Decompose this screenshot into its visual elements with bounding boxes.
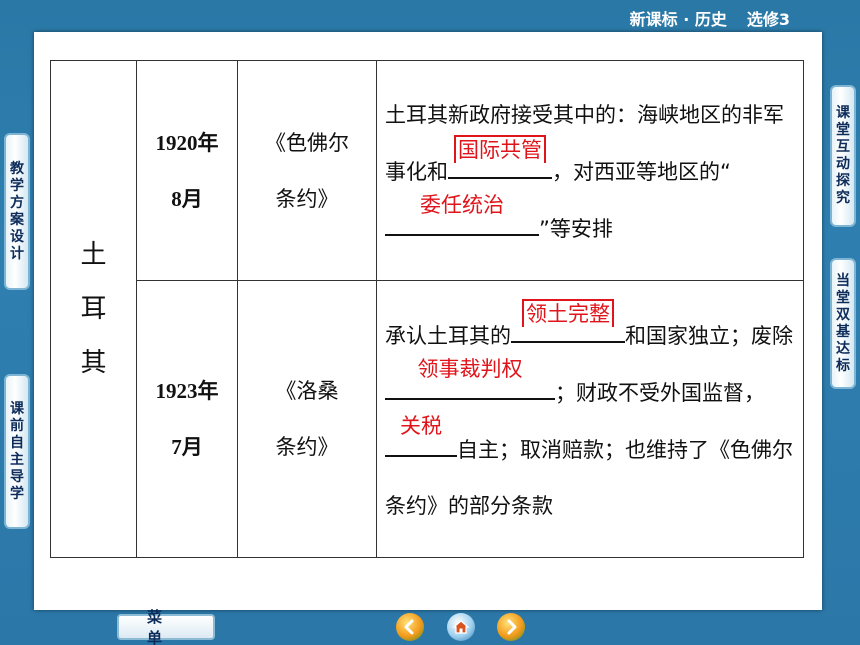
tab-char: 堂 <box>836 289 850 306</box>
answer-blank[interactable]: 国际共管 <box>448 134 552 179</box>
date-year: 1923年 <box>155 379 219 403</box>
tab-teaching-plan[interactable]: 教 学 方 案 设 计 <box>4 133 30 290</box>
answer-blank[interactable]: 领土完整 <box>511 298 625 343</box>
answer-text: 领事裁判权 <box>417 356 523 381</box>
tab-preview-study[interactable]: 课 前 自 主 导 学 <box>4 374 30 529</box>
tab-char: 主 <box>10 451 24 468</box>
header-title: 新课标 · 历史 选修3 <box>630 6 790 30</box>
treaty-cell: 《洛桑 条约》 <box>237 280 377 558</box>
country-char: 土 <box>80 240 107 270</box>
header-subject: 新课标 · 历史 <box>629 10 727 29</box>
content-text: ，对西亚等地区的“ <box>552 159 731 184</box>
tab-char: 动 <box>836 156 850 172</box>
table-row: 土 耳 其 1920年 8月 《色佛尔 条约》 土耳其新政府接受其中的：海峡地区… <box>50 60 804 558</box>
tab-char: 自 <box>10 434 24 451</box>
treaty-name: 《色佛尔 <box>265 130 349 155</box>
answer-text: 国际共管 <box>454 134 546 163</box>
tab-char: 设 <box>10 228 24 245</box>
answer-blank[interactable]: 委任统治 <box>385 193 539 236</box>
tab-char: 达 <box>836 340 850 357</box>
table-row: 1923年 7月 《洛桑 条约》 承认土耳其的 领土完整 和国家独立；废除领事裁判权… <box>51 280 804 558</box>
tab-char: 案 <box>10 211 24 228</box>
tab-char: 课 <box>10 400 24 417</box>
back-arrow-icon[interactable] <box>396 613 424 641</box>
tab-char: 前 <box>10 417 24 434</box>
tab-char: 互 <box>836 139 850 155</box>
tab-char: 学 <box>10 177 24 194</box>
treaty-name: 条约》 <box>275 435 339 459</box>
tab-char: 双 <box>836 306 850 323</box>
answer-text: 关税 <box>400 413 442 438</box>
date-cell: 1923年 7月 <box>136 280 238 558</box>
answer-text: 委任统治 <box>420 192 504 217</box>
country-cell: 土 耳 其 <box>50 60 137 558</box>
content-cell: 承认土耳其的 领土完整 和国家独立；废除 领事裁判权 ；财政不受外国监督， 关税 自主；取消… <box>376 280 804 558</box>
tab-class-interaction[interactable]: 课 堂 互 动 探 究 <box>830 85 856 227</box>
tab-char: 导 <box>10 468 24 485</box>
date-month: 8月 <box>171 186 203 211</box>
content-text: 承认土耳其的 <box>385 323 511 348</box>
country-char: 其 <box>80 348 107 378</box>
tab-char: 当 <box>836 272 850 289</box>
slide-page: 土 耳 其 1920年 8月 《色佛尔 条约》 土耳其新政府接受其中的：海峡地区… <box>34 32 822 610</box>
treaty-cell: 《色佛尔 条约》 <box>237 60 377 281</box>
treaty-name: 条约》 <box>275 186 339 211</box>
menu-button[interactable]: 菜单 <box>117 608 215 645</box>
country-char: 耳 <box>80 294 107 324</box>
content-text: 和国家独立；废除 <box>625 323 793 348</box>
tab-char: 计 <box>10 245 24 262</box>
treaty-table: 土 耳 其 1920年 8月 《色佛尔 条约》 土耳其新政府接受其中的：海峡地区… <box>50 60 804 558</box>
tab-char: 基 <box>836 323 850 340</box>
answer-text: 领土完整 <box>522 298 614 327</box>
tab-char: 究 <box>836 190 850 206</box>
tab-class-practice[interactable]: 当 堂 双 基 达 标 <box>830 258 856 389</box>
header-volume: 选修3 <box>746 10 790 29</box>
content-text: ”等安排 <box>539 216 613 241</box>
treaty-name: 《洛桑 <box>275 379 339 403</box>
content-text: ；财政不受外国监督， <box>555 380 765 405</box>
answer-blank[interactable]: 领事裁判权 <box>385 357 555 400</box>
tab-char: 堂 <box>836 122 850 138</box>
tab-char: 方 <box>10 194 24 211</box>
date-year: 1920年 <box>155 130 219 155</box>
home-icon[interactable] <box>447 613 475 641</box>
tab-char: 教 <box>10 160 24 177</box>
tab-char: 探 <box>836 173 850 189</box>
tab-char: 标 <box>836 357 850 374</box>
tab-char: 课 <box>836 105 850 121</box>
forward-arrow-icon[interactable] <box>497 613 525 641</box>
answer-blank[interactable]: 关税 <box>385 414 457 457</box>
date-cell: 1920年 8月 <box>136 60 238 281</box>
date-month: 7月 <box>171 435 203 459</box>
tab-char: 学 <box>10 485 24 502</box>
content-cell: 土耳其新政府接受其中的：海峡地区的非军事化和 国际共管 ，对西亚等地区的“ 委任统治”… <box>376 60 804 281</box>
